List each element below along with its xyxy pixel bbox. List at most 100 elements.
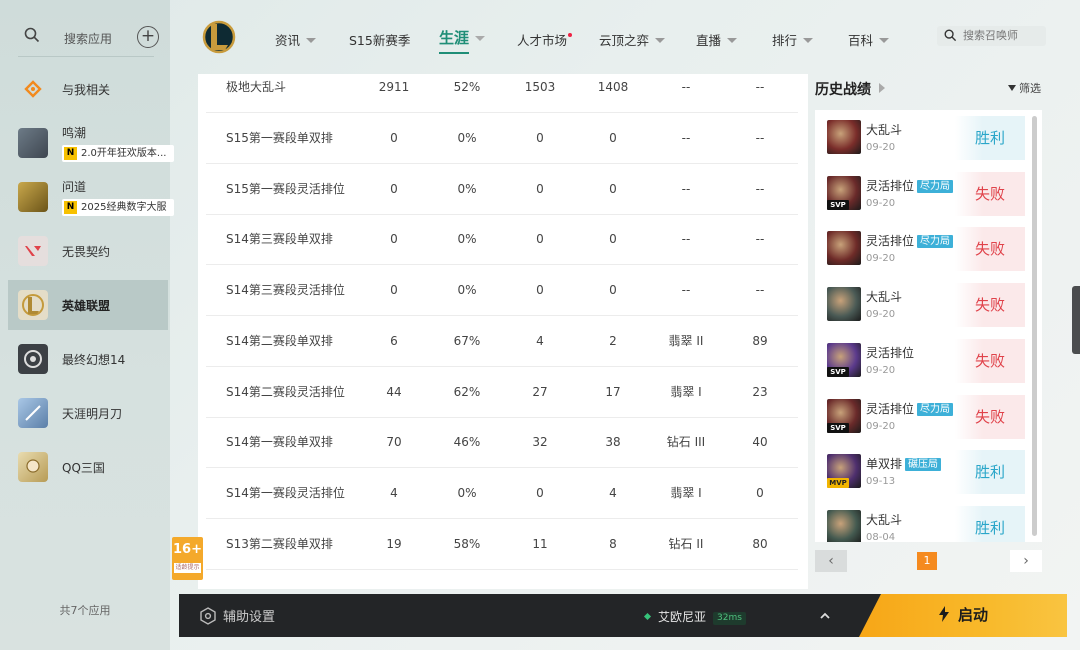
game-mode: 灵活排位 bbox=[866, 344, 914, 361]
table-cell: 40 bbox=[752, 435, 768, 450]
sidebar-item-moonlight-blade[interactable]: 天涯明月刀 bbox=[8, 388, 168, 438]
match-row[interactable]: SVP 灵活排位 尽力局 09-20 失败 bbox=[815, 389, 1029, 445]
moonlight-blade-icon bbox=[18, 398, 48, 428]
match-date: 09-20 bbox=[866, 142, 896, 153]
sidebar-item-qq-sanguo[interactable]: QQ三国 bbox=[8, 442, 168, 492]
match-date: 09-20 bbox=[866, 253, 896, 265]
tab-tft[interactable]: 云顶之弈 bbox=[599, 30, 666, 49]
match-row[interactable]: 大乱斗 09-20 失败 bbox=[815, 277, 1029, 333]
sidebar-item-label: 英雄联盟 bbox=[62, 299, 111, 313]
sidebar-item-wendao[interactable]: 问道 N 2025经典数字大服 bbox=[8, 172, 174, 222]
server-status-icon bbox=[643, 612, 652, 621]
season-stats-table: 极地大乱斗 2911 52% 1503 1408 -- -- S15第一赛段单双排 0 0% 0 0 -… bbox=[198, 74, 808, 589]
match-row[interactable]: 灵活排位 尽力局 09-20 失败 bbox=[815, 221, 1029, 277]
match-list-scrollbar[interactable] bbox=[1032, 116, 1037, 536]
assist-settings-button[interactable]: 辅助设置 bbox=[199, 606, 275, 625]
table-cell: 0% bbox=[457, 232, 477, 247]
match-history-title-text: 历史战绩 bbox=[815, 82, 871, 98]
sidebar-item-news[interactable]: N 2.0开年狂欢版本... bbox=[62, 145, 174, 162]
match-result: 失败 bbox=[955, 227, 1025, 272]
sidebar-item-valorant[interactable]: 无畏契约 bbox=[8, 226, 168, 276]
table-cell: 翡翠 II bbox=[668, 333, 704, 348]
wendao-icon bbox=[18, 182, 48, 212]
match-date: 08-04 bbox=[866, 531, 896, 542]
table-cell: -- bbox=[755, 80, 765, 94]
table-cell: -- bbox=[681, 181, 691, 196]
sidebar-item-news[interactable]: N 2025经典数字大服 bbox=[62, 199, 174, 216]
assist-settings-label: 辅助设置 bbox=[223, 610, 276, 625]
game-mode: 单双排 碾压局 bbox=[866, 455, 942, 472]
add-app-button[interactable]: + bbox=[137, 26, 159, 48]
table-cell: 1503 bbox=[524, 80, 556, 94]
tab-ranking[interactable]: 排行 bbox=[772, 30, 814, 49]
lol-logo-icon bbox=[202, 20, 236, 54]
match-list[interactable]: 大乱斗 09-20 胜利 SVP 灵活排位 尽力局 09-20 失败 灵活排位 尽力局 09-20 失… bbox=[815, 110, 1042, 542]
sidebar-item-label: 无畏契约 bbox=[62, 245, 111, 259]
table-cell: S14第二赛段单双排 bbox=[226, 333, 333, 348]
filter-button[interactable]: 筛选 bbox=[1008, 80, 1041, 96]
match-history-title[interactable]: 历史战绩 bbox=[815, 79, 885, 99]
sidebar-search[interactable]: 搜索应用 + bbox=[0, 0, 170, 74]
table-cell: -- bbox=[755, 232, 765, 247]
table-cell: 80 bbox=[752, 536, 768, 551]
match-row[interactable]: SVP 灵活排位 09-20 失败 bbox=[815, 333, 1029, 389]
table-cell: 0 bbox=[609, 181, 617, 196]
page-number-button[interactable]: 1 bbox=[917, 552, 937, 570]
tab-talent-market[interactable]: 人才市场 bbox=[517, 30, 573, 49]
table-cell: 0 bbox=[536, 131, 544, 145]
tab-wiki[interactable]: 百科 bbox=[848, 30, 890, 49]
table-cell: 11 bbox=[532, 536, 548, 551]
match-date: 09-20 bbox=[866, 197, 896, 209]
right-edge-handle[interactable] bbox=[1072, 286, 1080, 354]
valorant-icon bbox=[18, 236, 48, 266]
game-mode-text: 大乱斗 bbox=[866, 290, 903, 305]
match-row[interactable]: 大乱斗 08-04 胜利 bbox=[815, 500, 1029, 542]
sidebar-item-ff14[interactable]: 最终幻想14 bbox=[8, 334, 168, 384]
summoner-search-input[interactable]: 搜索召唤师 bbox=[937, 26, 1046, 46]
prev-page-button[interactable]: ‹ bbox=[815, 550, 847, 572]
table-cell: 0% bbox=[457, 181, 477, 196]
sidebar-item-league-of-legends[interactable]: 英雄联盟 bbox=[8, 280, 168, 330]
sidebar-item-related[interactable]: 与我相关 bbox=[8, 64, 168, 114]
table-cell: S14第一赛段灵活排位 bbox=[226, 485, 345, 500]
table-cell: 翡翠 I bbox=[670, 485, 702, 500]
table-cell: 0 bbox=[390, 232, 398, 247]
sidebar-item-label: 与我相关 bbox=[62, 83, 111, 97]
bottom-bar: 辅助设置 艾欧尼亚 32ms 启动 bbox=[179, 594, 1067, 637]
table-cell: -- bbox=[681, 232, 691, 247]
sidebar-item-label: 鸣潮 bbox=[62, 126, 87, 140]
table-cell: 0 bbox=[756, 485, 764, 500]
table-cell: 23 bbox=[752, 384, 768, 399]
tab-s15[interactable]: S15新赛季 bbox=[349, 30, 410, 49]
tab-live[interactable]: 直播 bbox=[696, 30, 738, 49]
table-row: S15第一赛段单双排 0 0% 0 0 -- -- bbox=[206, 113, 798, 164]
chevron-down-icon bbox=[475, 36, 486, 41]
chevron-up-icon[interactable] bbox=[819, 610, 831, 622]
tab-label: 云顶之弈 bbox=[599, 33, 650, 48]
match-row[interactable]: MVP 单双排 碾压局 09-13 胜利 bbox=[815, 444, 1029, 500]
launch-button[interactable]: 启动 bbox=[859, 594, 1067, 637]
table-cell: -- bbox=[755, 181, 765, 196]
sidebar-item-label: 问道 bbox=[62, 180, 87, 194]
tab-news[interactable]: 资讯 bbox=[275, 30, 317, 49]
chevron-right-icon bbox=[879, 83, 885, 93]
news-badge-icon: N bbox=[64, 147, 77, 160]
match-row[interactable]: 大乱斗 09-20 胜利 bbox=[815, 110, 1029, 166]
table-cell: 46% bbox=[453, 435, 481, 450]
next-page-button[interactable]: › bbox=[1010, 550, 1042, 572]
game-mode-text: 单双排 bbox=[866, 457, 903, 472]
filter-label: 筛选 bbox=[1019, 82, 1041, 95]
champion-avatar bbox=[827, 287, 861, 322]
sidebar-item-wuthering-waves[interactable]: 鸣潮 N 2.0开年狂欢版本... bbox=[8, 118, 174, 168]
server-selector[interactable]: 艾欧尼亚 32ms bbox=[643, 608, 746, 625]
match-row[interactable]: SVP 灵活排位 尽力局 09-20 失败 bbox=[815, 166, 1029, 222]
tab-label: S15新赛季 bbox=[349, 33, 411, 48]
table-cell: 极地大乱斗 bbox=[226, 80, 287, 94]
sidebar-search-label[interactable]: 搜索应用 bbox=[64, 30, 112, 47]
tab-career[interactable]: 生涯 bbox=[439, 27, 486, 54]
settings-hex-icon bbox=[200, 607, 216, 625]
search-placeholder: 搜索召唤师 bbox=[963, 29, 1018, 42]
tab-label: 百科 bbox=[848, 33, 874, 48]
game-mode: 灵活排位 尽力局 bbox=[866, 400, 954, 417]
age-rating-badge: 16+ 适龄提示 bbox=[172, 537, 203, 580]
